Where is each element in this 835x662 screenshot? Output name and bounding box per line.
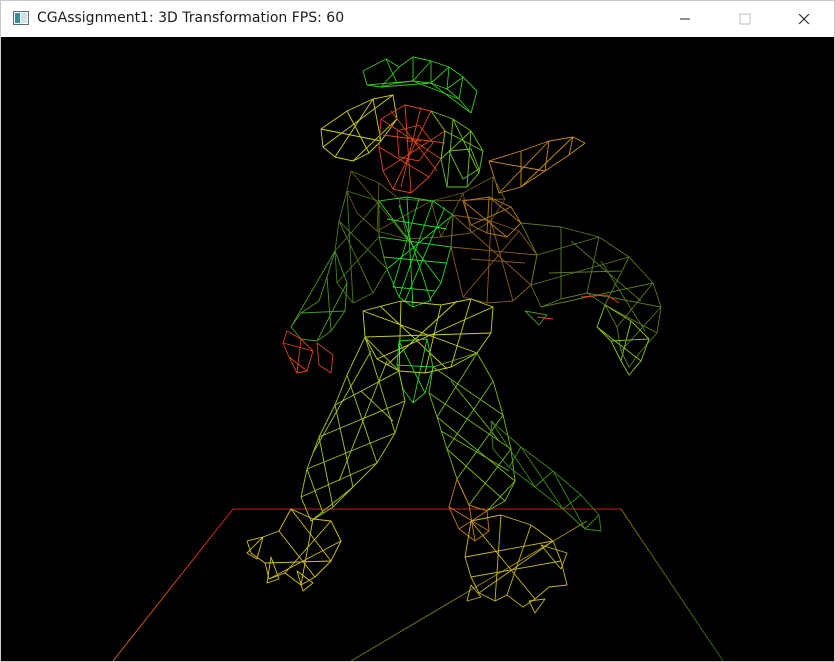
model-head-right <box>430 110 484 188</box>
model-chest <box>378 196 454 308</box>
close-icon <box>798 13 810 25</box>
close-button[interactable] <box>781 1 827 37</box>
title-bar[interactable]: CGAssignment1: 3D Transformation FPS: 60 <box>1 1 834 37</box>
model-arm-right <box>520 222 662 368</box>
model-neck <box>346 170 506 240</box>
model-face <box>378 104 446 194</box>
model-foot-right <box>464 514 568 614</box>
app-icon <box>13 11 29 25</box>
maximize-icon <box>739 13 751 25</box>
model-hips <box>362 298 494 374</box>
model-leg-left <box>300 336 406 522</box>
window-title: CGAssignment1: 3D Transformation FPS: 60 <box>37 10 345 26</box>
model-horn <box>488 136 586 194</box>
plane-edge-left <box>112 508 234 661</box>
scene-canvas <box>112 56 724 661</box>
model-torso-left <box>334 190 388 304</box>
wireframe-model <box>246 56 662 614</box>
minimize-icon <box>680 18 690 20</box>
render-viewport[interactable] <box>1 37 834 661</box>
model-leg-right <box>428 352 516 512</box>
model-tail <box>490 420 602 532</box>
app-window: CGAssignment1: 3D Transformation FPS: 60 <box>0 0 835 662</box>
model-arm-left <box>290 250 348 342</box>
maximize-button[interactable] <box>722 1 768 37</box>
plane-edge-right <box>620 508 724 661</box>
ground-plane <box>112 508 724 661</box>
model-hand-left <box>282 330 334 374</box>
model-foot-left <box>246 508 342 592</box>
minimize-button[interactable] <box>662 1 708 37</box>
